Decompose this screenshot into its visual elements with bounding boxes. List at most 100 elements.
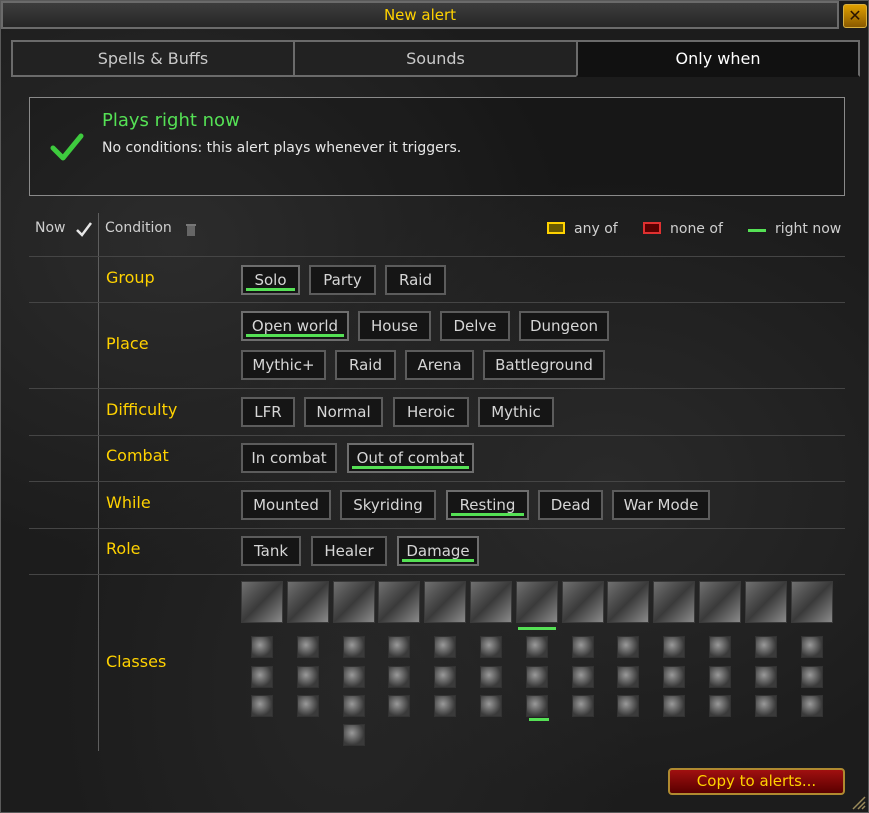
spec-icon[interactable] [388,636,410,658]
spec-icon[interactable] [297,666,319,688]
chip-out-of-combat[interactable]: Out of combat [347,443,474,473]
spec-icon[interactable] [388,666,410,688]
trash-icon[interactable] [185,222,197,236]
chip-damage[interactable]: Damage [397,536,479,566]
spec-icon[interactable] [755,666,777,688]
close-button[interactable]: ✕ [843,4,867,28]
tab-only-when[interactable]: Only when [576,40,860,77]
spec-icon[interactable] [572,695,594,717]
class-icon[interactable] [424,581,466,623]
chip-label: LFR [254,403,282,421]
green-check-icon [50,133,84,161]
spec-icon[interactable] [343,724,365,746]
chip-solo[interactable]: Solo [241,265,300,295]
chip-party[interactable]: Party [309,265,376,295]
spec-icon[interactable] [663,636,685,658]
spec-icon[interactable] [709,636,731,658]
chip-label: Dead [550,496,591,514]
chip-healer[interactable]: Healer [311,536,387,566]
spec-icon[interactable] [480,666,502,688]
chip-dungeon[interactable]: Dungeon [519,311,609,341]
spec-icon[interactable] [526,695,548,717]
class-icon[interactable] [287,581,329,623]
chip-label: Healer [324,542,374,560]
chip-skyriding[interactable]: Skyriding [340,490,436,520]
tab-label: Spells & Buffs [97,49,209,68]
chip-mythic-plus[interactable]: Mythic+ [241,350,326,380]
spec-icon[interactable] [617,636,639,658]
spec-icon[interactable] [251,636,273,658]
tab-sounds[interactable]: Sounds [293,40,578,77]
chip-label: Normal [316,403,371,421]
chip-in-combat[interactable]: In combat [241,443,337,473]
spec-icon[interactable] [343,636,365,658]
tab-spells-buffs[interactable]: Spells & Buffs [11,40,295,77]
chip-label: Heroic [407,403,455,421]
spec-icon[interactable] [251,666,273,688]
spec-icon[interactable] [663,666,685,688]
spec-icon[interactable] [572,666,594,688]
spec-icon[interactable] [434,695,456,717]
spec-icon[interactable] [343,666,365,688]
spec-icon[interactable] [251,695,273,717]
spec-icon[interactable] [434,666,456,688]
chip-label: Delve [453,317,497,335]
chip-battleground[interactable]: Battleground [483,350,605,380]
class-icon[interactable] [470,581,512,623]
tab-label: Sounds [406,49,465,68]
spec-icon[interactable] [297,636,319,658]
spec-icon[interactable] [801,636,823,658]
spec-icon[interactable] [388,695,410,717]
spec-icon[interactable] [709,695,731,717]
class-icon[interactable] [607,581,649,623]
spec-icon[interactable] [480,695,502,717]
spec-icon[interactable] [297,695,319,717]
spec-icon[interactable] [434,636,456,658]
spec-icon[interactable] [663,695,685,717]
spec-icon[interactable] [480,636,502,658]
right-now-indicator [518,627,556,630]
class-icon[interactable] [241,581,283,623]
chip-lfr[interactable]: LFR [241,397,295,427]
spec-icon[interactable] [801,666,823,688]
spec-icon[interactable] [526,666,548,688]
spec-icon[interactable] [572,636,594,658]
spec-icon[interactable] [617,695,639,717]
spec-icon[interactable] [709,666,731,688]
chip-resting[interactable]: Resting [446,490,529,520]
chip-heroic[interactable]: Heroic [393,397,469,427]
chip-normal[interactable]: Normal [304,397,383,427]
chip-tank[interactable]: Tank [241,536,301,566]
class-icon[interactable] [516,581,558,623]
class-icon[interactable] [699,581,741,623]
row-divider [29,388,845,389]
chip-delve[interactable]: Delve [440,311,510,341]
chip-mythic[interactable]: Mythic [478,397,554,427]
class-icon[interactable] [333,581,375,623]
copy-to-alerts-button[interactable]: Copy to alerts... [668,768,845,795]
class-icon[interactable] [653,581,695,623]
spec-icon[interactable] [343,695,365,717]
class-icon[interactable] [745,581,787,623]
spec-icon[interactable] [526,636,548,658]
class-icon[interactable] [378,581,420,623]
spec-icon[interactable] [755,695,777,717]
chip-arena[interactable]: Arena [405,350,474,380]
chip-house[interactable]: House [358,311,431,341]
class-icon[interactable] [562,581,604,623]
resize-grip-icon[interactable] [852,796,866,810]
none-of-swatch [643,222,661,234]
chip-raid[interactable]: Raid [385,265,446,295]
spec-icon[interactable] [801,695,823,717]
chip-open-world[interactable]: Open world [241,311,349,341]
chip-raid-place[interactable]: Raid [335,350,396,380]
class-icon[interactable] [791,581,833,623]
chip-mounted[interactable]: Mounted [241,490,331,520]
title-bar[interactable]: New alert [1,1,839,29]
status-panel: Plays right now No conditions: this aler… [29,97,845,196]
chip-dead[interactable]: Dead [538,490,603,520]
spec-icon[interactable] [617,666,639,688]
spec-icon[interactable] [755,636,777,658]
chip-war-mode[interactable]: War Mode [612,490,710,520]
chip-label: Damage [406,542,470,560]
